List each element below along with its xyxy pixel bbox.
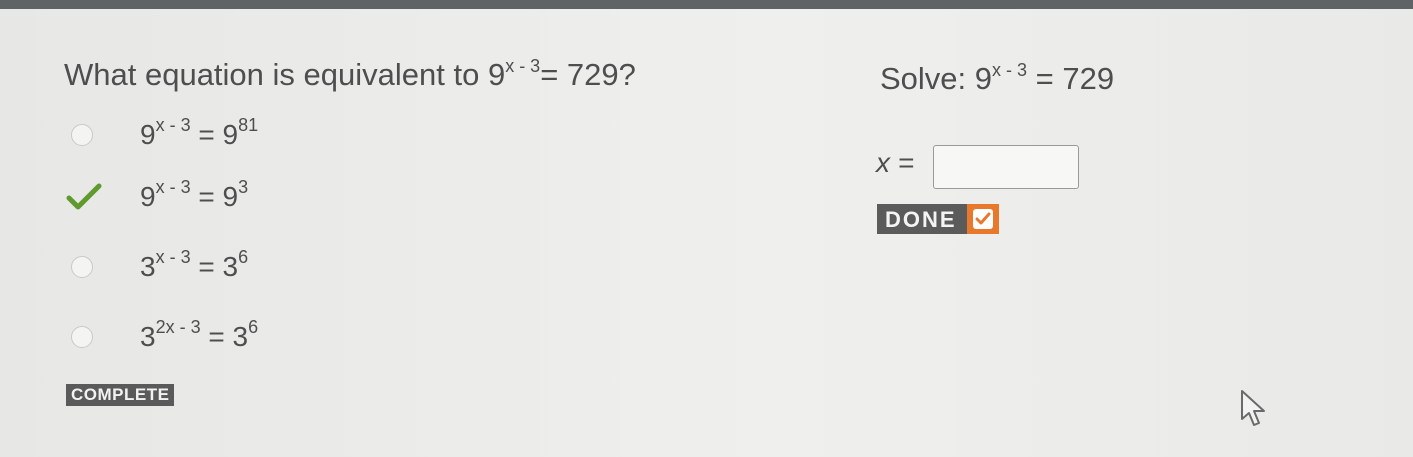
solve-prefix: Solve: — [880, 61, 975, 96]
radio-icon[interactable] — [71, 256, 93, 278]
option-1-equation: 9x - 3 = 981 — [140, 115, 259, 150]
solve-base: 9 — [974, 61, 993, 96]
answer-input[interactable] — [933, 145, 1079, 189]
done-button[interactable]: DONE — [877, 204, 999, 234]
x-label: x = — [876, 147, 915, 178]
option-4-equation: 32x - 3 = 36 — [140, 317, 259, 352]
solve-rhs: = 729 — [1035, 61, 1115, 96]
question-base: 9 — [487, 57, 506, 92]
question-text: What equation is equivalent to 9x - 3= 7… — [64, 57, 636, 93]
done-check-area — [966, 204, 999, 234]
option-3-equation: 3x - 3 = 36 — [140, 247, 249, 282]
question-panel: What equation is equivalent to 9x - 3= 7… — [0, 9, 1413, 457]
solve-exponent: x - 3 — [992, 60, 1028, 80]
radio-icon[interactable] — [71, 326, 93, 348]
checkmark-icon — [66, 183, 102, 210]
mouse-pointer-icon — [1241, 390, 1265, 426]
done-label: DONE — [877, 204, 967, 234]
radio-icon[interactable] — [71, 124, 93, 146]
question-prefix: What equation is equivalent to — [64, 57, 488, 92]
solve-text: Solve: 9x - 3 = 729 — [880, 61, 1114, 97]
complete-badge: COMPLETE — [66, 384, 175, 406]
option-2-equation: 9x - 3 = 93 — [140, 177, 249, 212]
question-rhs: = 729? — [540, 57, 636, 92]
check-icon — [972, 209, 993, 229]
top-bar — [0, 0, 1413, 9]
question-exponent: x - 3 — [505, 56, 541, 76]
